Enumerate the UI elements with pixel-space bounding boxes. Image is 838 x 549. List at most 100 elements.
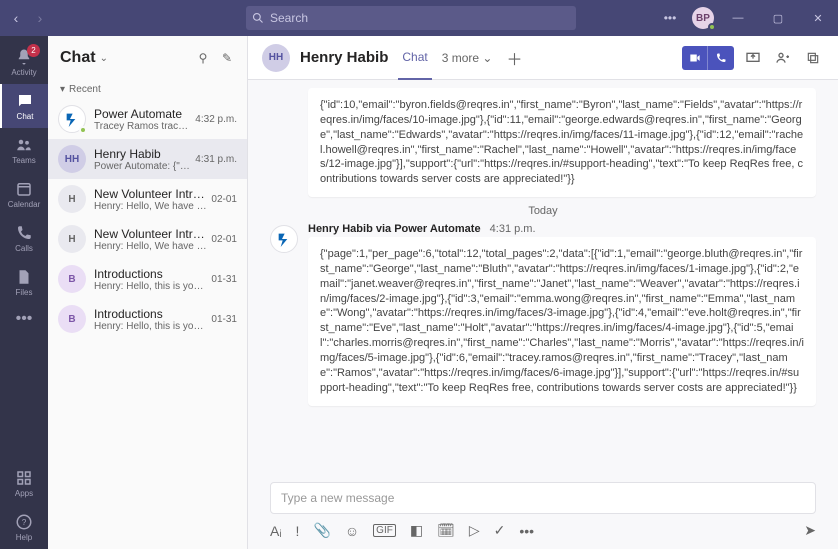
rail-apps[interactable]: Apps (0, 461, 48, 505)
chat-subtitle: Henry: Hello, this is your introdu… (94, 321, 207, 332)
new-chat-icon[interactable]: ✎ (219, 50, 235, 66)
date-separator: Today (270, 205, 816, 217)
send-icon[interactable]: ➤ (804, 522, 816, 539)
caret-down-icon: ▾ (60, 84, 65, 95)
stream-icon[interactable]: ▷ (469, 522, 480, 539)
chat-avatar: B (58, 265, 86, 293)
conversation-avatar[interactable]: HH (262, 44, 290, 72)
chat-title: Introductions (94, 267, 207, 281)
rail-files-label: Files (16, 288, 33, 297)
tab-chat[interactable]: Chat (398, 36, 431, 80)
popout-icon[interactable] (802, 47, 824, 69)
teams-icon (15, 136, 33, 154)
urgent-icon[interactable]: ! (296, 523, 300, 539)
nav-back-icon[interactable]: ‹ (6, 8, 26, 28)
search-icon (252, 12, 264, 24)
compose-placeholder: Type a new message (281, 491, 394, 505)
window-minimize-icon[interactable]: — (722, 4, 754, 32)
message-list: {"id":10,"email":"byron.fields@reqres.in… (248, 80, 838, 476)
message-bubble: {"page":1,"per_page":6,"total":12,"total… (308, 237, 816, 405)
schedule-icon[interactable]: 🗓 (437, 522, 455, 539)
share-screen-icon[interactable] (742, 47, 764, 69)
apps-icon (15, 469, 33, 487)
window-close-icon[interactable]: ✕ (802, 4, 834, 32)
rail-more[interactable]: ••• (0, 304, 48, 334)
chat-title: Henry Habib (94, 147, 191, 161)
chevron-down-icon[interactable]: ⌄ (100, 53, 108, 64)
rail-teams-label: Teams (12, 156, 36, 165)
chat-time: 02-01 (211, 234, 237, 245)
svg-text:?: ? (22, 518, 27, 527)
chat-list-panel: Chat ⌄ ⚲ ✎ ▾ Recent Power AutomateTracey… (48, 36, 248, 549)
chat-title: Power Automate (94, 107, 191, 121)
approval-icon[interactable]: ✓ (494, 522, 506, 539)
audio-call-icon[interactable] (708, 46, 734, 70)
chat-title: New Volunteer Introduct… (94, 227, 207, 241)
chat-subtitle: Henry: Hello, We have a new vol… (94, 241, 207, 252)
window-maximize-icon[interactable]: ▢ (762, 4, 794, 32)
tabs-more[interactable]: 3 more ⌄ (442, 51, 493, 65)
chat-subtitle: Henry: Hello, this is your introdu… (94, 281, 207, 292)
attach-icon[interactable]: 📎 (313, 522, 330, 539)
rail-help[interactable]: ? Help (0, 505, 48, 549)
chat-time: 01-31 (211, 314, 237, 325)
video-call-icon[interactable] (682, 46, 708, 70)
chat-row[interactable]: BIntroductionsHenry: Hello, this is your… (48, 299, 247, 339)
compose-input[interactable]: Type a new message (270, 482, 816, 514)
profile-avatar[interactable]: BP (692, 7, 714, 29)
power-automate-icon (270, 225, 298, 253)
rail-chat-label: Chat (17, 112, 34, 121)
rail-calendar[interactable]: Calendar (0, 172, 48, 216)
rail-activity[interactable]: 2 Activity (0, 40, 48, 84)
chat-avatar (58, 105, 86, 133)
chat-title: New Volunteer Introduct… (94, 187, 207, 201)
files-icon (15, 268, 33, 286)
message-time: 4:31 p.m. (490, 223, 536, 235)
title-bar: ‹ › Search ••• BP — ▢ ✕ (0, 0, 838, 36)
rail-chat[interactable]: Chat (0, 84, 48, 128)
message-row: Henry Habib via Power Automate 4:31 p.m.… (270, 223, 816, 413)
message-sender: Henry Habib via Power Automate (308, 223, 481, 235)
chat-section-recent[interactable]: ▾ Recent (48, 80, 247, 99)
rail-help-label: Help (16, 533, 32, 542)
chat-row[interactable]: HNew Volunteer Introduct…Henry: Hello, W… (48, 179, 247, 219)
conv-avatar-initials: HH (269, 52, 283, 63)
rail-teams[interactable]: Teams (0, 128, 48, 172)
calendar-icon (15, 180, 33, 198)
chat-row[interactable]: Power AutomateTracey Ramos tracey.ramos@… (48, 99, 247, 139)
compose-toolbar: Aᵢ ! 📎 ☺ GIF ◧ 🗓 ▷ ✓ ••• ➤ (248, 522, 838, 549)
chat-avatar: B (58, 305, 86, 333)
ellipsis-icon: ••• (16, 310, 33, 328)
gif-icon[interactable]: GIF (373, 524, 396, 537)
chat-row[interactable]: HNew Volunteer Introduct…Henry: Hello, W… (48, 219, 247, 259)
format-icon[interactable]: Aᵢ (270, 523, 282, 539)
rail-calendar-label: Calendar (8, 200, 40, 209)
more-compose-icon[interactable]: ••• (519, 523, 534, 539)
add-tab-icon[interactable]: ＋ (506, 46, 522, 70)
sticker-icon[interactable]: ◧ (410, 522, 423, 539)
filter-icon[interactable]: ⚲ (195, 50, 211, 66)
nav-forward-icon[interactable]: › (30, 8, 50, 28)
rail-apps-label: Apps (15, 489, 33, 498)
conversation-title: Henry Habib (300, 49, 388, 66)
chat-section-label: Recent (69, 84, 101, 95)
rail-files[interactable]: Files (0, 260, 48, 304)
presence-available-icon (79, 126, 87, 134)
help-icon: ? (15, 513, 33, 531)
rail-calls[interactable]: Calls (0, 216, 48, 260)
emoji-icon[interactable]: ☺ (345, 523, 359, 539)
activity-badge: 2 (27, 44, 40, 57)
chat-subtitle: Tracey Ramos tracey.ramos@… (94, 121, 191, 132)
chat-avatar: H (58, 185, 86, 213)
search-placeholder: Search (270, 11, 308, 25)
rail-calls-label: Calls (15, 244, 33, 253)
chat-row[interactable]: HHHenry HabibPower Automate: {"page":1,"… (48, 139, 247, 179)
presence-available-icon (708, 23, 716, 31)
avatar-initials: BP (696, 13, 710, 24)
more-icon[interactable]: ••• (656, 4, 684, 32)
chat-row[interactable]: B IntroductionsHenry: Hello, this is your… (48, 259, 247, 299)
rail-activity-label: Activity (11, 68, 36, 77)
tabs-more-label: 3 more (442, 51, 479, 65)
search-input[interactable]: Search (246, 6, 576, 30)
people-icon[interactable] (772, 47, 794, 69)
